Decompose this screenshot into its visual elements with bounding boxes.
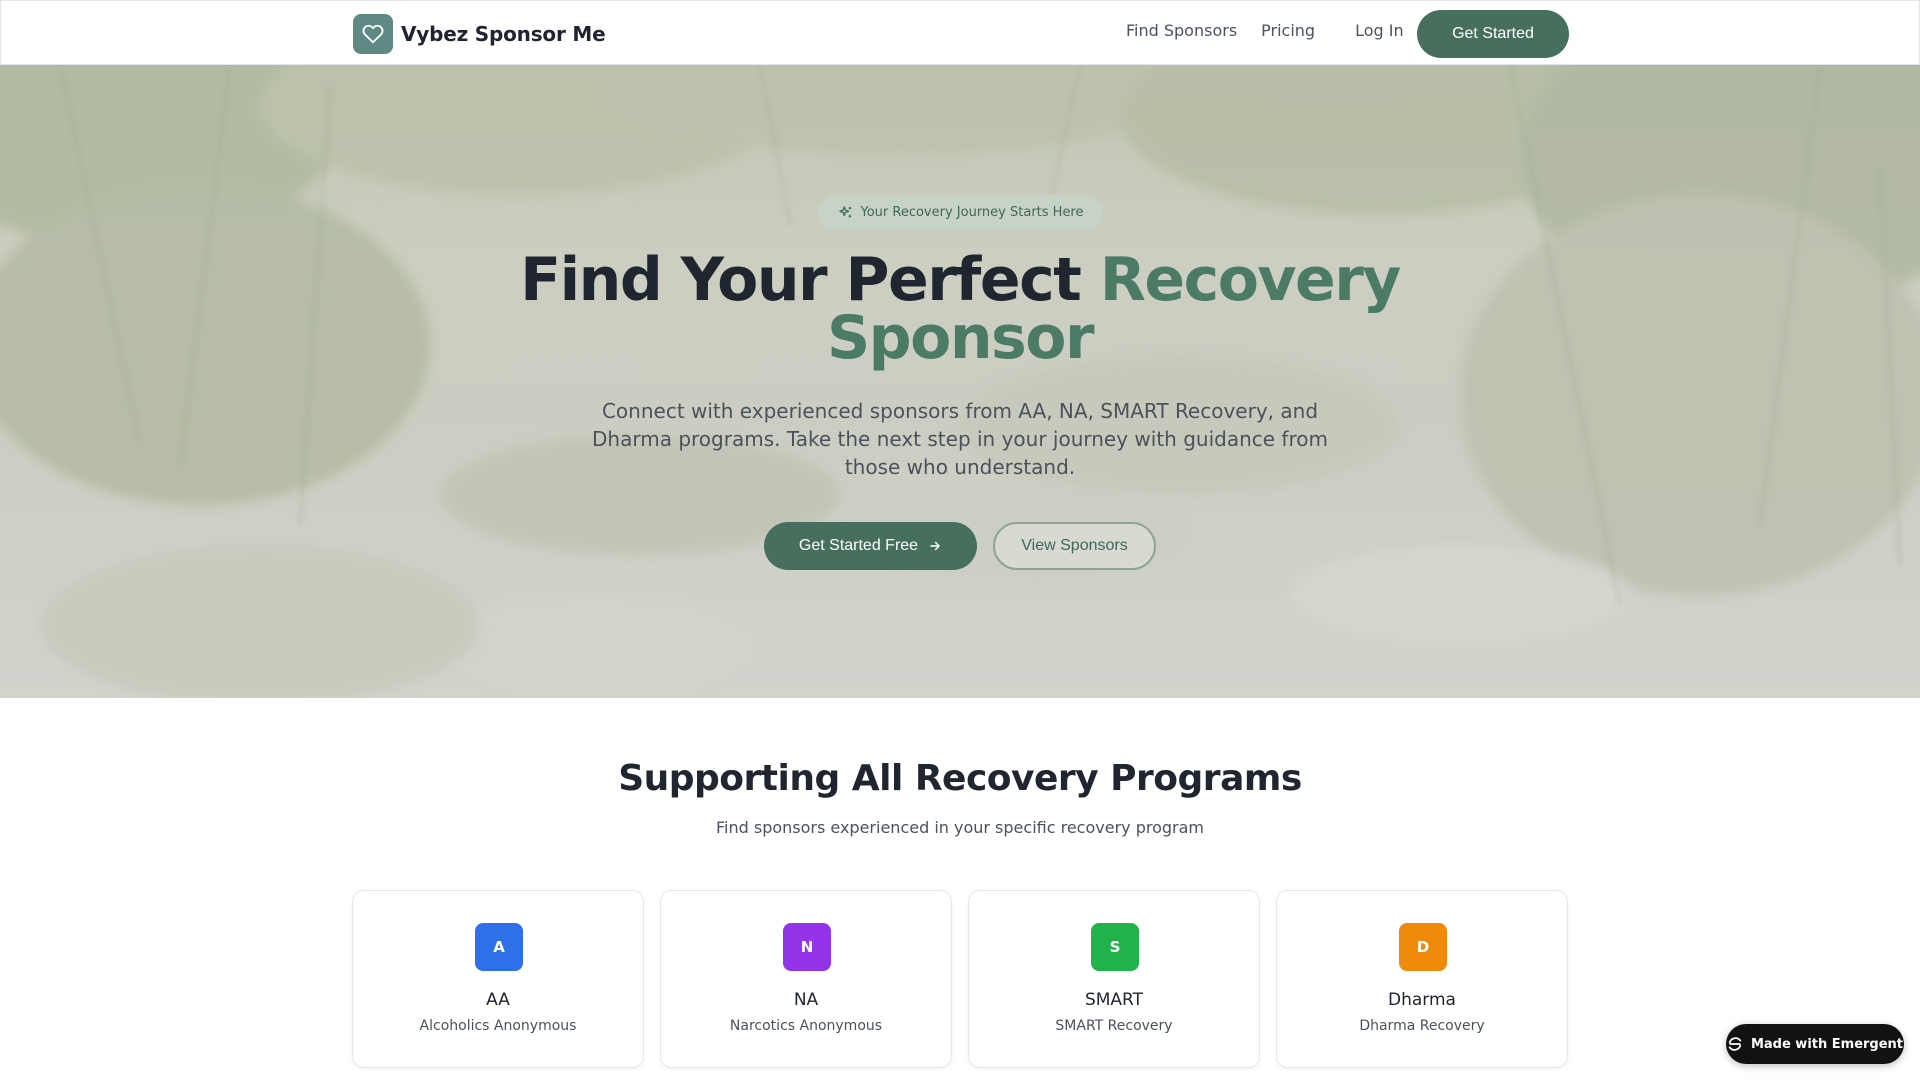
program-cards: A AA Alcoholics Anonymous N NA Narcotics… xyxy=(352,890,1568,1068)
hero-subtitle: Connect with experienced sponsors from A… xyxy=(592,399,1328,479)
sparkles-icon xyxy=(838,205,853,220)
hero-title-accent-1: Recovery xyxy=(1099,245,1402,315)
made-with-emergent-badge[interactable]: Made with Emergent xyxy=(1726,1024,1904,1064)
brand-logo[interactable]: Vybez Sponsor Me xyxy=(353,14,606,54)
program-name: Dharma xyxy=(1388,990,1456,1010)
nav-pricing-link[interactable]: Pricing xyxy=(1261,21,1315,40)
view-sponsors-button[interactable]: View Sponsors xyxy=(993,522,1156,570)
program-description: SMART Recovery xyxy=(1055,1018,1173,1034)
hero-background-image xyxy=(0,65,1920,698)
nav-find-sponsors-link[interactable]: Find Sponsors xyxy=(1126,21,1237,40)
nav-login-link[interactable]: Log In xyxy=(1355,21,1404,40)
program-card-smart[interactable]: S SMART SMART Recovery xyxy=(968,890,1260,1068)
brand-name: Vybez Sponsor Me xyxy=(401,22,606,46)
arrow-right-icon xyxy=(928,539,942,553)
hero-badge-label: Your Recovery Journey Starts Here xyxy=(860,205,1084,220)
program-name: NA xyxy=(793,990,819,1010)
program-card-dharma[interactable]: D Dharma Dharma Recovery xyxy=(1276,890,1568,1068)
program-letter-icon: A xyxy=(475,923,523,971)
get-started-button[interactable]: Get Started xyxy=(1417,10,1569,58)
program-description: Alcoholics Anonymous xyxy=(419,1018,577,1034)
program-card-na[interactable]: N NA Narcotics Anonymous xyxy=(660,890,952,1068)
hero-title-accent-2: Sponsor xyxy=(826,303,1095,373)
emergent-logo-icon xyxy=(1727,1036,1743,1052)
program-letter-icon: S xyxy=(1091,923,1139,971)
hero-badge: Your Recovery Journey Starts Here xyxy=(818,195,1103,230)
program-description: Dharma Recovery xyxy=(1359,1018,1485,1034)
made-with-emergent-label: Made with Emergent xyxy=(1750,1036,1904,1052)
heart-icon xyxy=(353,14,393,54)
hero-section: Your Recovery Journey Starts Here Find Y… xyxy=(0,65,1920,698)
program-name: AA xyxy=(486,990,510,1010)
program-card-aa[interactable]: A AA Alcoholics Anonymous xyxy=(352,890,644,1068)
get-started-free-button[interactable]: Get Started Free xyxy=(764,522,977,570)
programs-subtitle: Find sponsors experienced in your specif… xyxy=(715,818,1204,837)
get-started-free-label: Get Started Free xyxy=(798,537,919,554)
program-letter-icon: D xyxy=(1399,923,1447,971)
program-name: SMART xyxy=(1084,990,1144,1010)
top-nav: Vybez Sponsor Me Find Sponsors Pricing L… xyxy=(0,0,1920,65)
program-letter-icon: N xyxy=(783,923,831,971)
program-description: Narcotics Anonymous xyxy=(729,1018,883,1034)
hero-title: Find Your Perfect Recovery Sponsor xyxy=(460,250,1460,368)
nav-links: Find Sponsors Pricing Log In xyxy=(1126,21,1404,40)
programs-title: Supporting All Recovery Programs xyxy=(618,758,1302,799)
